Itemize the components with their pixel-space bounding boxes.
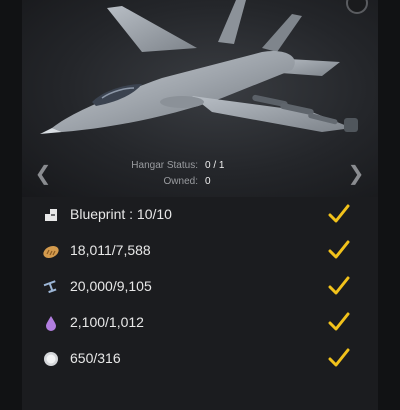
requirement-oil: 2,100/1,012 [22, 305, 378, 341]
owned-row: Owned: 0 [0, 176, 400, 190]
silver-coin-icon [44, 352, 58, 366]
requirement-food: 18,011/7,588 [22, 233, 378, 269]
hangar-status-value: 0 / 1 [205, 160, 225, 171]
steel-beam-icon [43, 280, 57, 294]
check-icon [328, 348, 350, 367]
requirement-steel: 20,000/9,105 [22, 269, 378, 305]
hangar-status-label: Hangar Status: [131, 160, 198, 171]
requirement-text: 650/316 [70, 350, 121, 366]
unit-detail-panel: ❮ ❯ Hangar Status: 0 / 1 Owned: 0 Bluepr… [0, 0, 400, 410]
requirement-text: Blueprint : 10/10 [70, 206, 172, 222]
requirement-text: 18,011/7,588 [70, 242, 151, 258]
requirement-blueprint: Blueprint : 10/10 [22, 197, 378, 233]
requirements-list: Blueprint : 10/10 18,011/7,588 20,000/9,… [22, 197, 378, 410]
owned-value: 0 [205, 176, 211, 187]
requirement-text: 2,100/1,012 [70, 314, 144, 330]
check-icon [328, 204, 350, 223]
bread-food-icon [43, 245, 59, 259]
check-icon [328, 276, 350, 295]
requirement-text: 20,000/9,105 [70, 278, 152, 294]
oil-drop-icon [46, 316, 56, 331]
blueprint-icon [45, 209, 57, 221]
check-icon [328, 312, 350, 331]
owned-label: Owned: [163, 176, 198, 187]
requirement-silver: 650/316 [22, 341, 378, 377]
fighter-jet-image [40, 0, 358, 134]
check-icon [328, 240, 350, 259]
hangar-status-row: Hangar Status: 0 / 1 [0, 160, 400, 174]
